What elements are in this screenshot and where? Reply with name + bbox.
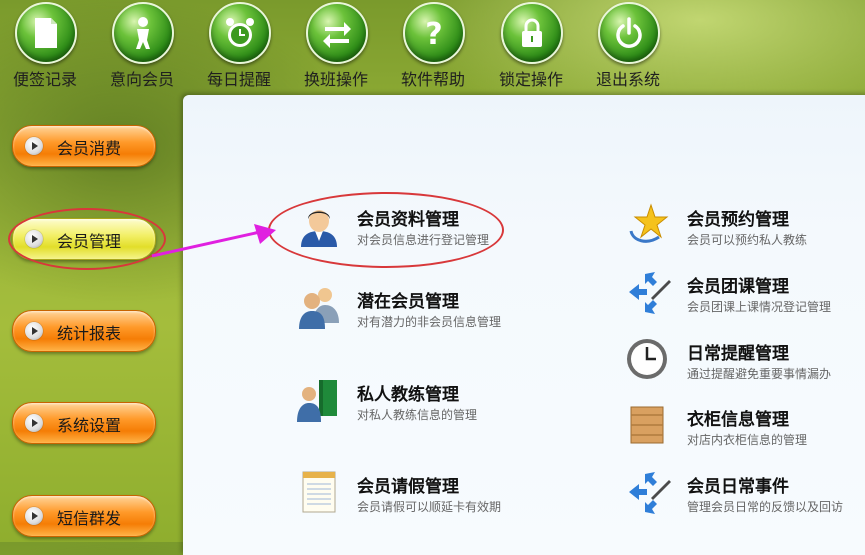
svg-text:?: ? [425, 17, 442, 50]
menu-daily-reminder[interactable]: 日常提醒管理 通过提醒避免重要事情漏办 [625, 335, 855, 385]
menu-title: 会员资料管理 [357, 210, 459, 230]
swap-arrows-icon [306, 2, 368, 64]
menu-title: 会员团课管理 [687, 277, 789, 297]
arrows-pen-icon [629, 272, 671, 314]
menu-desc: 对私人教练信息的管理 [357, 408, 478, 422]
toolbar-notes-button[interactable]: 便签记录 [0, 0, 90, 92]
menu-desc: 通过提醒避免重要事情漏办 [687, 367, 832, 381]
member-avatar-icon [301, 210, 337, 247]
top-toolbar: 便签记录 意向会员 每日提醒 换班操作 ? 软件帮助 锁定操作 退出系统 [0, 0, 865, 95]
play-icon [25, 507, 43, 525]
play-icon [25, 414, 43, 432]
sidebar-item-reports[interactable]: 统计报表 [12, 310, 156, 352]
menu-desc: 会员可以预约私人教练 [687, 233, 808, 247]
toolbar-label: 便签记录 [12, 70, 77, 89]
lock-icon [501, 2, 563, 64]
arrows-pen-icon [629, 472, 671, 514]
menu-title: 日常提醒管理 [687, 344, 789, 364]
menu-desc: 管理会员日常的反馈以及回访 [687, 500, 844, 514]
toolbar-label: 每日提醒 [206, 70, 271, 89]
sidebar-item-label: 会员消费 [57, 139, 122, 158]
menu-title: 衣柜信息管理 [687, 410, 789, 430]
annotation-arrow [151, 224, 276, 258]
notepad-icon [302, 471, 336, 513]
menu-personal-trainers[interactable]: 私人教练管理 对私人教练信息的管理 [295, 376, 535, 426]
menu-desc: 对会员信息进行登记管理 [357, 233, 490, 247]
menu-title: 潜在会员管理 [357, 292, 459, 312]
menu-desc: 会员请假可以顺延卡有效期 [357, 500, 502, 514]
menu-title: 会员日常事件 [687, 477, 789, 497]
sidebar-item-label: 短信群发 [57, 509, 122, 528]
menu-potential-members[interactable]: 潜在会员管理 对有潜力的非会员信息管理 [295, 283, 535, 333]
menu-member-leave[interactable]: 会员请假管理 会员请假可以顺延卡有效期 [295, 468, 535, 518]
star-icon [629, 203, 669, 243]
menu-locker-info[interactable]: 衣柜信息管理 对店内衣柜信息的管理 [625, 401, 855, 451]
toolbar-label: 软件帮助 [400, 70, 465, 89]
users-group-icon [299, 288, 339, 329]
toolbar-label: 锁定操作 [498, 70, 563, 89]
menu-desc: 会员团课上课情况登记管理 [687, 300, 832, 314]
power-icon [598, 2, 660, 64]
toolbar-help-button[interactable]: ? 软件帮助 [388, 0, 478, 92]
toolbar-shift-button[interactable]: 换班操作 [291, 0, 381, 92]
menu-daily-events[interactable]: 会员日常事件 管理会员日常的反馈以及回访 [625, 468, 855, 518]
toolbar-prospects-button[interactable]: 意向会员 [97, 0, 187, 92]
alarm-clock-icon [209, 2, 271, 64]
sidebar-item-label: 系统设置 [57, 416, 122, 435]
sidebar-item-label: 会员管理 [57, 232, 122, 251]
note-icon [15, 2, 77, 64]
sidebar-item-consumption[interactable]: 会员消费 [12, 125, 156, 167]
sidebar-item-member-management[interactable]: 会员管理 [12, 218, 156, 260]
sidebar-item-sms[interactable]: 短信群发 [12, 495, 156, 537]
menu-member-profile[interactable]: 会员资料管理 对会员信息进行登记管理 [295, 201, 535, 251]
menu-title: 会员预约管理 [687, 210, 789, 230]
toolbar-label: 退出系统 [595, 70, 660, 89]
menu-desc: 对店内衣柜信息的管理 [687, 433, 808, 447]
toolbar-label: 换班操作 [303, 70, 368, 89]
sidebar-item-settings[interactable]: 系统设置 [12, 402, 156, 444]
play-icon [25, 230, 43, 248]
play-icon [25, 322, 43, 340]
trainer-book-icon [297, 380, 337, 422]
clock-icon [627, 339, 667, 379]
play-icon [25, 137, 43, 155]
toolbar-lock-button[interactable]: 锁定操作 [486, 0, 576, 92]
toolbar-reminder-button[interactable]: 每日提醒 [194, 0, 284, 92]
menu-title: 私人教练管理 [357, 385, 459, 405]
menu-member-booking[interactable]: 会员预约管理 会员可以预约私人教练 [625, 201, 855, 251]
person-icon [112, 2, 174, 64]
toolbar-exit-button[interactable]: 退出系统 [583, 0, 673, 92]
menu-group-class[interactable]: 会员团课管理 会员团课上课情况登记管理 [625, 268, 855, 318]
main-panel: 会员资料管理 对会员信息进行登记管理 潜在会员管理 对有潜力的非会员信息管理 私… [183, 95, 865, 555]
menu-title: 会员请假管理 [357, 477, 459, 497]
wooden-crate-icon [630, 406, 664, 444]
menu-desc: 对有潜力的非会员信息管理 [357, 315, 502, 329]
sidebar-item-label: 统计报表 [57, 324, 122, 343]
toolbar-label: 意向会员 [109, 70, 174, 89]
help-icon: ? [403, 2, 465, 64]
